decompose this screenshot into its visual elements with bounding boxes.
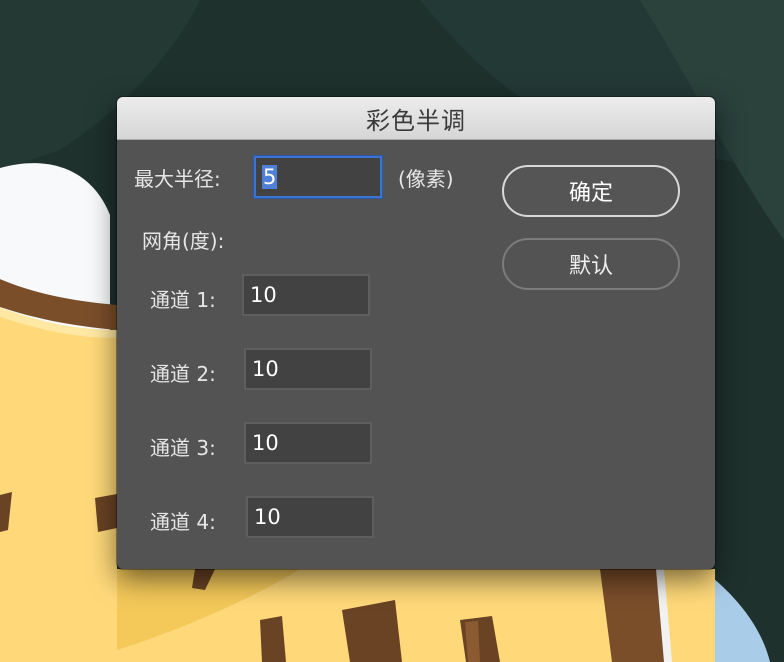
dialog-titlebar[interactable]: 彩色半调 [117,97,715,140]
screen-angles-label: 网角(度): [142,229,225,253]
dialog-title: 彩色半调 [366,106,466,135]
channel-3-value: 10 [252,431,279,455]
channel-3-input[interactable]: 10 [244,422,372,464]
channel-4-label: 通道 4: [150,510,216,534]
channel-2-label: 通道 2: [150,362,216,386]
channel-3-label: 通道 3: [150,436,216,460]
color-halftone-dialog: 彩色半调 最大半径: 5 (像素) 网角(度): 通道 1: 10 通道 2: … [117,97,715,569]
channel-1-value: 10 [250,283,277,307]
default-button[interactable]: 默认 [502,238,680,290]
max-radius-label: 最大半径: [134,167,221,191]
default-button-label: 默认 [568,254,613,279]
channel-4-input[interactable]: 10 [246,496,374,538]
channel-4-value: 10 [254,505,281,529]
channel-1-input[interactable]: 10 [242,274,370,316]
desktop-background: 彩色半调 最大半径: 5 (像素) 网角(度): 通道 1: 10 通道 2: … [0,0,784,662]
channel-1-label: 通道 1: [150,288,216,312]
max-radius-value: 5 [262,165,278,189]
ok-button-label: 确定 [568,181,613,206]
ok-button[interactable]: 确定 [502,165,680,217]
pixels-unit-label: (像素) [398,167,454,191]
channel-2-value: 10 [252,357,279,381]
max-radius-input[interactable]: 5 [254,156,382,198]
channel-2-input[interactable]: 10 [244,348,372,390]
